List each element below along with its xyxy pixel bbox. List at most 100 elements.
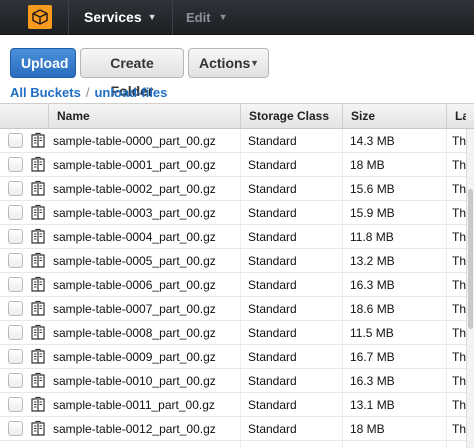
cube-glyph-icon — [32, 9, 48, 25]
file-archive-icon — [29, 372, 47, 390]
row-checkbox[interactable] — [8, 205, 23, 220]
size-cell: 15.6 MB — [350, 182, 395, 196]
row-checkbox[interactable] — [8, 157, 23, 172]
file-name[interactable]: sample-table-0003_part_00.gz — [53, 201, 239, 225]
file-name[interactable]: sample-table-0005_part_00.gz — [53, 249, 239, 273]
row-checkbox[interactable] — [8, 301, 23, 316]
file-name[interactable]: sample-table-0010_part_00.gz — [53, 369, 239, 393]
table-row[interactable]: sample-table-0010_part_00.gz Standard 16.3… — [0, 369, 474, 393]
last-modified-cell: Thu — [452, 182, 466, 196]
file-name[interactable]: sample-table-0012_part_00.gz — [53, 417, 239, 441]
file-table: Name Storage Class Size La sample-table-… — [0, 103, 474, 448]
storage-class-cell: Standard — [248, 278, 297, 292]
column-header-name[interactable]: Name — [48, 104, 240, 129]
row-checkbox[interactable] — [8, 253, 23, 268]
last-modified-cell: Thu — [452, 254, 466, 268]
size-cell: 15.9 MB — [350, 206, 395, 220]
table-row[interactable]: sample-table-0000_part_00.gz Standard 14.3… — [0, 129, 474, 153]
create-folder-button[interactable]: Create Folder — [80, 48, 184, 99]
table-row[interactable]: sample-table-0002_part_00.gz Standard 15.6… — [0, 177, 474, 201]
file-archive-icon — [29, 348, 47, 366]
actions-label: Actions — [199, 55, 251, 71]
storage-class-cell: Standard — [248, 134, 297, 148]
storage-class-cell: Standard — [248, 302, 297, 316]
storage-class-cell: Standard — [248, 158, 297, 172]
last-modified-cell: Thu — [452, 230, 466, 244]
services-menu[interactable]: Services ▼ — [84, 0, 157, 35]
breadcrumb-current-bucket[interactable]: unload-files — [94, 85, 167, 100]
file-name[interactable]: sample-table-0006_part_00.gz — [53, 273, 239, 297]
storage-class-cell: Standard — [248, 230, 297, 244]
row-checkbox[interactable] — [8, 421, 23, 436]
column-header-storage-class[interactable]: Storage Class — [240, 104, 342, 129]
storage-class-cell: Standard — [248, 374, 297, 388]
table-row[interactable]: sample-table-0005_part_00.gz Standard 13.2… — [0, 249, 474, 273]
file-archive-icon — [29, 204, 47, 222]
table-row[interactable]: sample-table-0004_part_00.gz Standard 11.8… — [0, 225, 474, 249]
table-row[interactable]: sample-table-0003_part_00.gz Standard 15.9… — [0, 201, 474, 225]
size-cell: 18 MB — [350, 422, 385, 436]
file-name[interactable]: sample-table-0000_part_00.gz — [53, 129, 239, 153]
upload-button[interactable]: Upload — [10, 48, 76, 78]
last-modified-cell: Thu — [452, 422, 466, 436]
size-cell: 16.7 MB — [350, 350, 395, 364]
row-checkbox[interactable] — [8, 373, 23, 388]
row-checkbox[interactable] — [8, 277, 23, 292]
row-checkbox[interactable] — [8, 181, 23, 196]
file-name[interactable]: sample-table-0002_part_00.gz — [53, 177, 239, 201]
breadcrumb-separator: / — [85, 85, 90, 100]
file-name[interactable]: sample-table-0009_part_00.gz — [53, 345, 239, 369]
row-checkbox[interactable] — [8, 133, 23, 148]
row-checkbox[interactable] — [8, 325, 23, 340]
file-archive-icon — [29, 324, 47, 342]
top-navigation-bar: Services ▼ Edit ▼ — [0, 0, 474, 35]
last-modified-cell: Thu — [452, 374, 466, 388]
table-row[interactable]: sample-table-0007_part_00.gz Standard 18.6… — [0, 297, 474, 321]
size-cell: 16.3 MB — [350, 278, 395, 292]
table-row[interactable]: sample-table-0011_part_00.gz Standard 13.1… — [0, 393, 474, 417]
file-name[interactable]: sample-table-0001_part_00.gz — [53, 153, 239, 177]
table-row[interactable]: sample-table-0006_part_00.gz Standard 16.3… — [0, 273, 474, 297]
last-modified-cell: Thu — [452, 350, 466, 364]
column-divider — [446, 129, 447, 448]
chevron-down-icon: ▼ — [250, 58, 259, 68]
row-checkbox[interactable] — [8, 349, 23, 364]
file-name[interactable]: sample-table-0011_part_00.gz — [53, 393, 239, 417]
last-modified-cell: Thu — [452, 134, 466, 148]
size-cell: 13.2 MB — [350, 254, 395, 268]
file-name[interactable]: sample-table-0008_part_00.gz — [53, 321, 239, 345]
column-divider — [342, 129, 343, 448]
file-name[interactable]: sample-table-0007_part_00.gz — [53, 297, 239, 321]
chevron-down-icon: ▼ — [218, 12, 228, 22]
size-cell: 18 MB — [350, 158, 385, 172]
row-checkbox[interactable] — [8, 229, 23, 244]
column-header-size[interactable]: Size — [342, 104, 446, 129]
breadcrumb-all-buckets[interactable]: All Buckets — [10, 85, 81, 100]
storage-class-cell: Standard — [248, 350, 297, 364]
file-archive-icon — [29, 420, 47, 438]
aws-cube-icon[interactable] — [28, 5, 52, 29]
file-archive-icon — [29, 180, 47, 198]
file-archive-icon — [29, 396, 47, 414]
file-archive-icon — [29, 132, 47, 150]
table-row[interactable]: sample-table-0001_part_00.gz Standard 18 M… — [0, 153, 474, 177]
actions-dropdown-button[interactable]: Actions ▼ — [188, 48, 269, 78]
row-checkbox[interactable] — [8, 397, 23, 412]
vertical-scrollbar[interactable] — [466, 129, 474, 448]
table-row[interactable]: sample-table-0009_part_00.gz Standard 16.7… — [0, 345, 474, 369]
column-divider — [240, 129, 241, 448]
size-cell: 18.6 MB — [350, 302, 395, 316]
file-archive-icon — [29, 228, 47, 246]
edit-menu[interactable]: Edit ▼ — [186, 0, 227, 35]
scrollbar-thumb[interactable] — [468, 189, 473, 329]
file-name[interactable]: sample-table-0004_part_00.gz — [53, 225, 239, 249]
storage-class-cell: Standard — [248, 398, 297, 412]
nav-divider — [68, 0, 69, 35]
table-row[interactable]: sample-table-0008_part_00.gz Standard 11.5… — [0, 321, 474, 345]
edit-label: Edit — [186, 10, 211, 25]
column-header-last-modified[interactable]: La — [446, 104, 466, 129]
file-archive-icon — [29, 300, 47, 318]
chevron-down-icon: ▼ — [147, 12, 157, 22]
table-row[interactable]: sample-table-0012_part_00.gz Standard 18 M… — [0, 417, 474, 441]
services-label: Services — [84, 9, 142, 25]
